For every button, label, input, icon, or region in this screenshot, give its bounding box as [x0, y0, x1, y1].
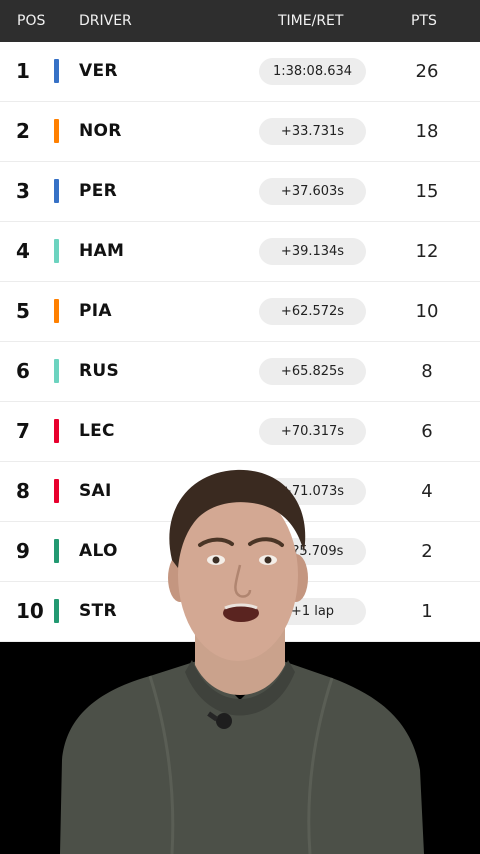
- team-color-bar: [54, 479, 59, 503]
- driver-code: STR: [79, 601, 117, 621]
- row-pos: 10: [16, 599, 44, 623]
- header-driver: DRIVER: [79, 13, 132, 29]
- team-color-bar: [54, 239, 59, 263]
- time-pill: +?5.709s: [259, 538, 366, 565]
- row-points: 10: [415, 301, 439, 322]
- time-pill: +39.134s: [259, 238, 366, 265]
- time-pill: +37.603s: [259, 178, 366, 205]
- table-row[interactable]: 2 NOR +33.731s 18: [0, 102, 480, 161]
- presenter-sweater: [60, 660, 424, 854]
- row-points: 2: [421, 541, 433, 562]
- driver-code: ALO: [79, 541, 118, 561]
- row-points: 26: [415, 61, 439, 82]
- driver-code: PIA: [79, 301, 112, 321]
- table-row[interactable]: 4 HAM +39.134s 12: [0, 222, 480, 281]
- row-pos: 3: [16, 179, 30, 203]
- team-color-bar: [54, 599, 59, 623]
- header-time: TIME/RET: [278, 13, 344, 29]
- team-color-bar: [54, 539, 59, 563]
- time-pill: 1:38:08.634: [259, 58, 366, 85]
- team-color-bar: [54, 419, 59, 443]
- time-pill: +1 lap: [259, 598, 366, 625]
- table-row[interactable]: 7 LEC +70.317s 6: [0, 402, 480, 461]
- driver-code: VER: [79, 61, 118, 81]
- row-points: 12: [415, 241, 439, 262]
- row-pos: 7: [16, 419, 30, 443]
- table-row[interactable]: 1 VER 1:38:08.634 26: [0, 42, 480, 101]
- time-pill: +70.317s: [259, 418, 366, 445]
- team-color-bar: [54, 179, 59, 203]
- table-row[interactable]: 10 STR +1 lap 1: [0, 582, 480, 641]
- row-pos: 4: [16, 239, 30, 263]
- results-header: POS DRIVER TIME/RET PTS: [0, 0, 480, 42]
- team-color-bar: [54, 299, 59, 323]
- row-points: 4: [421, 481, 433, 502]
- row-pos: 5: [16, 299, 30, 323]
- results-table: 1 VER 1:38:08.634 26 2 NOR +33.731s 18 3…: [0, 42, 480, 642]
- time-pill: +33.731s: [259, 118, 366, 145]
- row-points: 8: [421, 361, 433, 382]
- table-row[interactable]: 5 PIA +62.572s 10: [0, 282, 480, 341]
- table-row[interactable]: 9 ALO +?5.709s 2: [0, 522, 480, 581]
- team-color-bar: [54, 119, 59, 143]
- table-row[interactable]: 3 PER +37.603s 15: [0, 162, 480, 221]
- row-pos: 6: [16, 359, 30, 383]
- time-pill: +65.825s: [259, 358, 366, 385]
- row-pos: 9: [16, 539, 30, 563]
- driver-code: RUS: [79, 361, 120, 381]
- driver-code: NOR: [79, 121, 122, 141]
- time-pill: +62.572s: [259, 298, 366, 325]
- row-pos: 1: [16, 59, 30, 83]
- table-row[interactable]: 6 RUS +65.825s 8: [0, 342, 480, 401]
- row-points: 18: [415, 121, 439, 142]
- row-points: 1: [421, 601, 433, 622]
- team-color-bar: [54, 59, 59, 83]
- driver-code: HAM: [79, 241, 125, 261]
- time-pill: +71.073s: [259, 478, 366, 505]
- row-points: 6: [421, 421, 433, 442]
- row-pos: 8: [16, 479, 30, 503]
- driver-code: LEC: [79, 421, 115, 441]
- driver-code: PER: [79, 181, 118, 201]
- header-pts: PTS: [411, 13, 437, 29]
- header-pos: POS: [17, 13, 46, 29]
- lapel-mic: [216, 713, 232, 729]
- driver-code: SAI: [79, 481, 112, 501]
- team-color-bar: [54, 359, 59, 383]
- table-row[interactable]: 8 SAI +71.073s 4: [0, 462, 480, 521]
- row-points: 15: [415, 181, 439, 202]
- row-pos: 2: [16, 119, 30, 143]
